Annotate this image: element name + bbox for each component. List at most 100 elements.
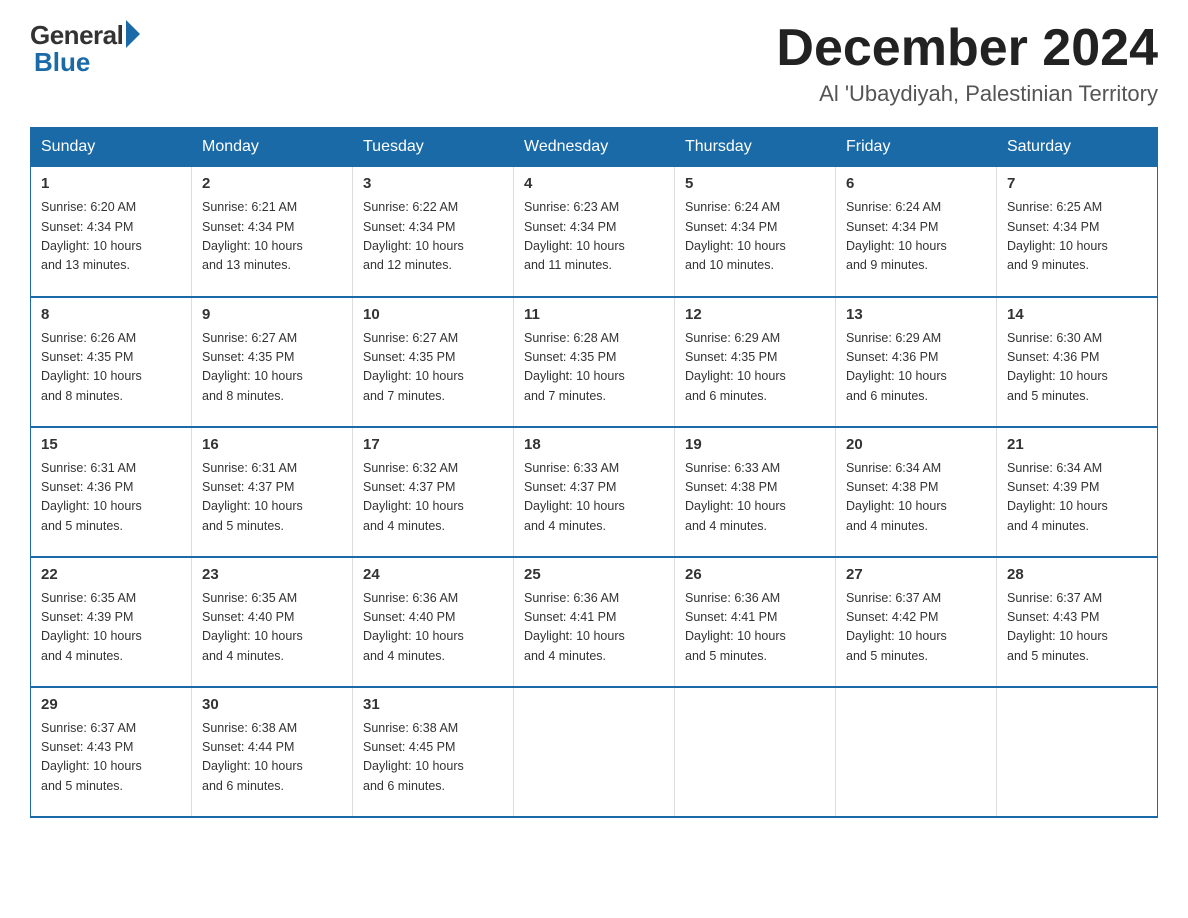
day-number: 25 bbox=[524, 566, 664, 583]
day-info: Sunrise: 6:38 AMSunset: 4:44 PMDaylight:… bbox=[202, 721, 303, 793]
day-info: Sunrise: 6:22 AMSunset: 4:34 PMDaylight:… bbox=[363, 200, 464, 272]
day-number: 22 bbox=[41, 566, 181, 583]
day-info: Sunrise: 6:31 AMSunset: 4:36 PMDaylight:… bbox=[41, 461, 142, 533]
table-row: 9 Sunrise: 6:27 AMSunset: 4:35 PMDayligh… bbox=[192, 297, 353, 427]
calendar-week-row: 1 Sunrise: 6:20 AMSunset: 4:34 PMDayligh… bbox=[31, 167, 1158, 297]
day-number: 31 bbox=[363, 696, 503, 713]
header-tuesday: Tuesday bbox=[353, 128, 514, 167]
month-title: December 2024 bbox=[776, 20, 1158, 77]
day-info: Sunrise: 6:31 AMSunset: 4:37 PMDaylight:… bbox=[202, 461, 303, 533]
day-number: 23 bbox=[202, 566, 342, 583]
day-number: 17 bbox=[363, 436, 503, 453]
table-row: 15 Sunrise: 6:31 AMSunset: 4:36 PMDaylig… bbox=[31, 427, 192, 557]
table-row: 7 Sunrise: 6:25 AMSunset: 4:34 PMDayligh… bbox=[997, 167, 1158, 297]
header-thursday: Thursday bbox=[675, 128, 836, 167]
day-info: Sunrise: 6:26 AMSunset: 4:35 PMDaylight:… bbox=[41, 331, 142, 403]
table-row: 13 Sunrise: 6:29 AMSunset: 4:36 PMDaylig… bbox=[836, 297, 997, 427]
table-row: 29 Sunrise: 6:37 AMSunset: 4:43 PMDaylig… bbox=[31, 687, 192, 817]
day-info: Sunrise: 6:24 AMSunset: 4:34 PMDaylight:… bbox=[685, 200, 786, 272]
day-info: Sunrise: 6:27 AMSunset: 4:35 PMDaylight:… bbox=[202, 331, 303, 403]
table-row: 17 Sunrise: 6:32 AMSunset: 4:37 PMDaylig… bbox=[353, 427, 514, 557]
day-number: 26 bbox=[685, 566, 825, 583]
page-header: General Blue December 2024 Al 'Ubaydiyah… bbox=[30, 20, 1158, 107]
table-row: 31 Sunrise: 6:38 AMSunset: 4:45 PMDaylig… bbox=[353, 687, 514, 817]
table-row: 4 Sunrise: 6:23 AMSunset: 4:34 PMDayligh… bbox=[514, 167, 675, 297]
table-row: 1 Sunrise: 6:20 AMSunset: 4:34 PMDayligh… bbox=[31, 167, 192, 297]
table-row: 24 Sunrise: 6:36 AMSunset: 4:40 PMDaylig… bbox=[353, 557, 514, 687]
table-row bbox=[514, 687, 675, 817]
table-row: 25 Sunrise: 6:36 AMSunset: 4:41 PMDaylig… bbox=[514, 557, 675, 687]
day-number: 4 bbox=[524, 175, 664, 192]
header-monday: Monday bbox=[192, 128, 353, 167]
logo: General Blue bbox=[30, 20, 140, 78]
day-number: 29 bbox=[41, 696, 181, 713]
table-row bbox=[997, 687, 1158, 817]
day-info: Sunrise: 6:30 AMSunset: 4:36 PMDaylight:… bbox=[1007, 331, 1108, 403]
day-info: Sunrise: 6:20 AMSunset: 4:34 PMDaylight:… bbox=[41, 200, 142, 272]
calendar-week-row: 15 Sunrise: 6:31 AMSunset: 4:36 PMDaylig… bbox=[31, 427, 1158, 557]
table-row: 8 Sunrise: 6:26 AMSunset: 4:35 PMDayligh… bbox=[31, 297, 192, 427]
table-row: 16 Sunrise: 6:31 AMSunset: 4:37 PMDaylig… bbox=[192, 427, 353, 557]
day-number: 6 bbox=[846, 175, 986, 192]
table-row: 26 Sunrise: 6:36 AMSunset: 4:41 PMDaylig… bbox=[675, 557, 836, 687]
calendar-header: Sunday Monday Tuesday Wednesday Thursday… bbox=[31, 128, 1158, 167]
table-row: 20 Sunrise: 6:34 AMSunset: 4:38 PMDaylig… bbox=[836, 427, 997, 557]
day-info: Sunrise: 6:28 AMSunset: 4:35 PMDaylight:… bbox=[524, 331, 625, 403]
day-number: 12 bbox=[685, 306, 825, 323]
day-info: Sunrise: 6:34 AMSunset: 4:38 PMDaylight:… bbox=[846, 461, 947, 533]
table-row: 23 Sunrise: 6:35 AMSunset: 4:40 PMDaylig… bbox=[192, 557, 353, 687]
location-title: Al 'Ubaydiyah, Palestinian Territory bbox=[776, 81, 1158, 107]
header-row: Sunday Monday Tuesday Wednesday Thursday… bbox=[31, 128, 1158, 167]
table-row: 28 Sunrise: 6:37 AMSunset: 4:43 PMDaylig… bbox=[997, 557, 1158, 687]
day-number: 20 bbox=[846, 436, 986, 453]
day-number: 19 bbox=[685, 436, 825, 453]
day-info: Sunrise: 6:33 AMSunset: 4:37 PMDaylight:… bbox=[524, 461, 625, 533]
calendar-week-row: 8 Sunrise: 6:26 AMSunset: 4:35 PMDayligh… bbox=[31, 297, 1158, 427]
day-info: Sunrise: 6:37 AMSunset: 4:43 PMDaylight:… bbox=[41, 721, 142, 793]
day-info: Sunrise: 6:29 AMSunset: 4:36 PMDaylight:… bbox=[846, 331, 947, 403]
title-block: December 2024 Al 'Ubaydiyah, Palestinian… bbox=[776, 20, 1158, 107]
table-row: 19 Sunrise: 6:33 AMSunset: 4:38 PMDaylig… bbox=[675, 427, 836, 557]
logo-triangle-icon bbox=[126, 20, 140, 48]
day-info: Sunrise: 6:32 AMSunset: 4:37 PMDaylight:… bbox=[363, 461, 464, 533]
day-info: Sunrise: 6:37 AMSunset: 4:42 PMDaylight:… bbox=[846, 591, 947, 663]
day-number: 24 bbox=[363, 566, 503, 583]
day-info: Sunrise: 6:35 AMSunset: 4:40 PMDaylight:… bbox=[202, 591, 303, 663]
day-info: Sunrise: 6:23 AMSunset: 4:34 PMDaylight:… bbox=[524, 200, 625, 272]
day-info: Sunrise: 6:36 AMSunset: 4:41 PMDaylight:… bbox=[524, 591, 625, 663]
day-info: Sunrise: 6:38 AMSunset: 4:45 PMDaylight:… bbox=[363, 721, 464, 793]
day-number: 10 bbox=[363, 306, 503, 323]
calendar-body: 1 Sunrise: 6:20 AMSunset: 4:34 PMDayligh… bbox=[31, 167, 1158, 817]
day-number: 21 bbox=[1007, 436, 1147, 453]
day-info: Sunrise: 6:24 AMSunset: 4:34 PMDaylight:… bbox=[846, 200, 947, 272]
table-row: 3 Sunrise: 6:22 AMSunset: 4:34 PMDayligh… bbox=[353, 167, 514, 297]
calendar-table: Sunday Monday Tuesday Wednesday Thursday… bbox=[30, 127, 1158, 818]
table-row bbox=[836, 687, 997, 817]
table-row: 21 Sunrise: 6:34 AMSunset: 4:39 PMDaylig… bbox=[997, 427, 1158, 557]
table-row bbox=[675, 687, 836, 817]
table-row: 12 Sunrise: 6:29 AMSunset: 4:35 PMDaylig… bbox=[675, 297, 836, 427]
table-row: 5 Sunrise: 6:24 AMSunset: 4:34 PMDayligh… bbox=[675, 167, 836, 297]
day-info: Sunrise: 6:35 AMSunset: 4:39 PMDaylight:… bbox=[41, 591, 142, 663]
day-number: 18 bbox=[524, 436, 664, 453]
day-number: 2 bbox=[202, 175, 342, 192]
day-info: Sunrise: 6:33 AMSunset: 4:38 PMDaylight:… bbox=[685, 461, 786, 533]
table-row: 22 Sunrise: 6:35 AMSunset: 4:39 PMDaylig… bbox=[31, 557, 192, 687]
day-number: 8 bbox=[41, 306, 181, 323]
header-saturday: Saturday bbox=[997, 128, 1158, 167]
day-number: 15 bbox=[41, 436, 181, 453]
logo-blue-text: Blue bbox=[34, 47, 90, 78]
day-number: 30 bbox=[202, 696, 342, 713]
day-info: Sunrise: 6:29 AMSunset: 4:35 PMDaylight:… bbox=[685, 331, 786, 403]
day-info: Sunrise: 6:37 AMSunset: 4:43 PMDaylight:… bbox=[1007, 591, 1108, 663]
table-row: 30 Sunrise: 6:38 AMSunset: 4:44 PMDaylig… bbox=[192, 687, 353, 817]
header-wednesday: Wednesday bbox=[514, 128, 675, 167]
header-friday: Friday bbox=[836, 128, 997, 167]
day-number: 9 bbox=[202, 306, 342, 323]
day-number: 27 bbox=[846, 566, 986, 583]
day-info: Sunrise: 6:21 AMSunset: 4:34 PMDaylight:… bbox=[202, 200, 303, 272]
day-number: 16 bbox=[202, 436, 342, 453]
day-info: Sunrise: 6:25 AMSunset: 4:34 PMDaylight:… bbox=[1007, 200, 1108, 272]
day-number: 28 bbox=[1007, 566, 1147, 583]
table-row: 2 Sunrise: 6:21 AMSunset: 4:34 PMDayligh… bbox=[192, 167, 353, 297]
